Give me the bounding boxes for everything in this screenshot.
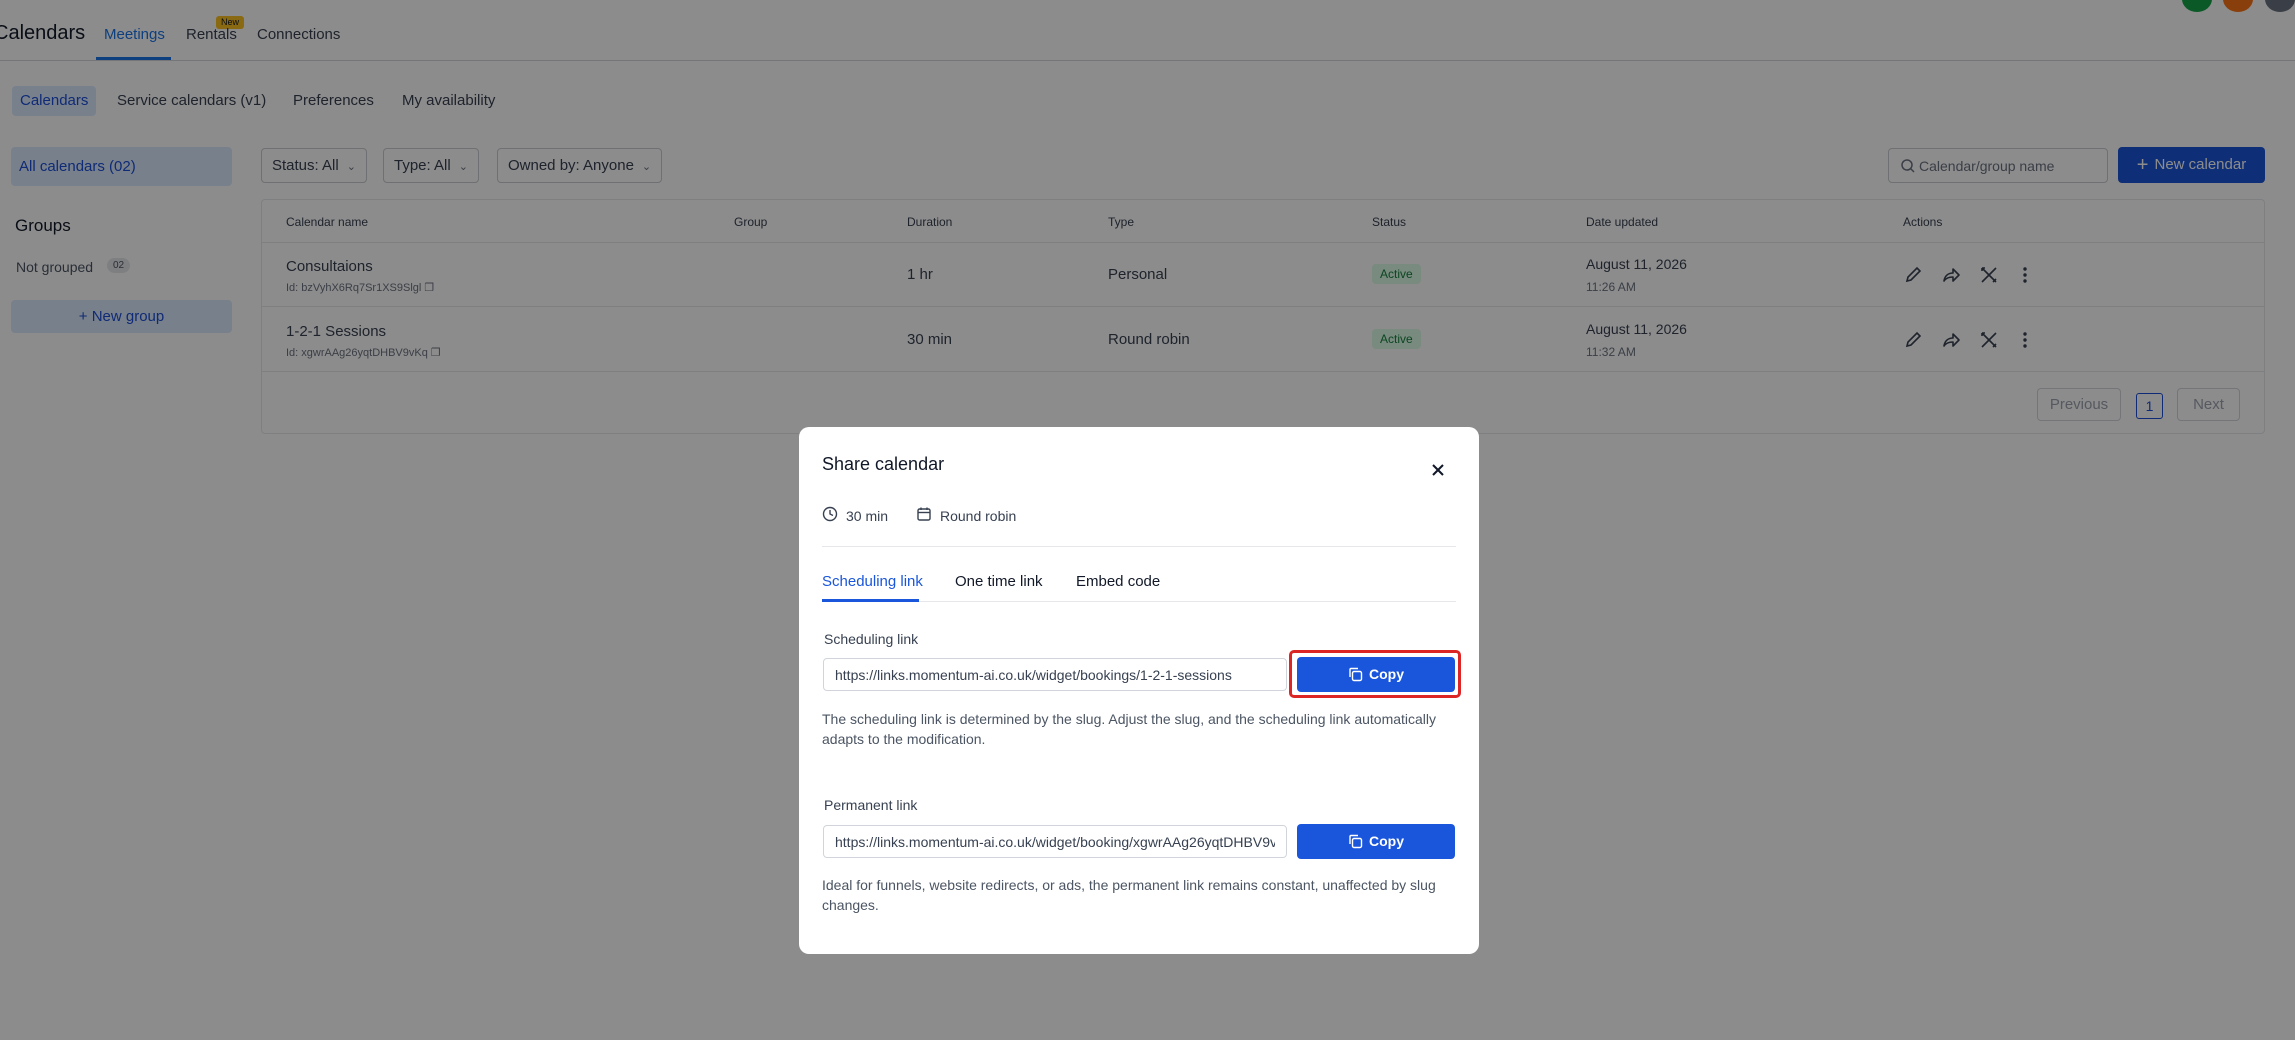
copy-label: Copy <box>1369 666 1404 682</box>
copy-icon <box>1349 834 1363 849</box>
close-icon[interactable] <box>1427 459 1449 481</box>
copy-permanent-link-button[interactable]: Copy <box>1297 824 1455 859</box>
meta-type: Round robin <box>940 508 1017 524</box>
permanent-link-label: Permanent link <box>824 797 918 813</box>
scheduling-link-field[interactable] <box>823 658 1287 691</box>
tab-embed-code[interactable]: Embed code <box>1076 573 1160 590</box>
tab-one-time-link[interactable]: One time link <box>955 573 1043 590</box>
active-tab-underline <box>822 599 919 602</box>
calendar-icon <box>917 507 931 521</box>
permanent-link-field[interactable] <box>823 825 1287 858</box>
permanent-link-help: Ideal for funnels, website redirects, or… <box>822 877 1436 913</box>
scheduling-link-help: The scheduling link is determined by the… <box>822 711 1437 747</box>
clock-icon <box>822 506 838 522</box>
copy-label: Copy <box>1369 833 1404 849</box>
scheduling-link-label: Scheduling link <box>824 631 919 647</box>
permanent-link-input[interactable] <box>824 826 1286 857</box>
tab-scheduling-link[interactable]: Scheduling link <box>822 573 923 590</box>
share-calendar-modal: Share calendar 30 min Round robin Schedu… <box>799 427 1479 954</box>
meta-duration: 30 min <box>846 508 889 524</box>
copy-scheduling-link-button[interactable]: Copy <box>1297 657 1455 692</box>
scheduling-link-input[interactable] <box>824 659 1286 690</box>
copy-icon <box>1349 667 1363 682</box>
divider <box>822 546 1456 547</box>
modal-title: Share calendar <box>822 454 945 474</box>
